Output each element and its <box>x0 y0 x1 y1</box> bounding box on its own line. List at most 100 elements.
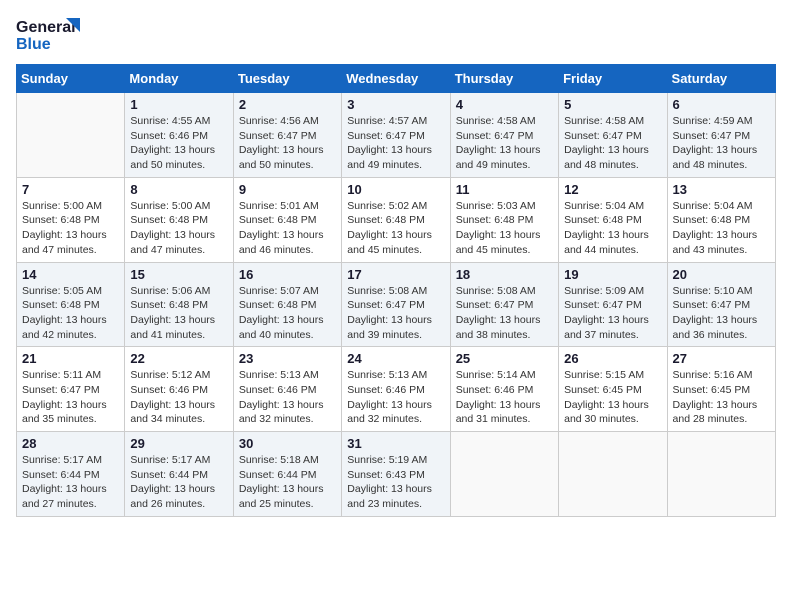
calendar-week-row: 21 Sunrise: 5:11 AM Sunset: 6:47 PM Dayli… <box>17 347 776 432</box>
calendar-day-cell: 10Sunrise: 5:02 AM Sunset: 6:48 PM Dayli… <box>342 177 450 262</box>
day-detail: Sunrise: 5:00 AM Sunset: 6:48 PM Dayligh… <box>130 199 227 258</box>
calendar-week-row: 1 Sunrise: 4:55 AM Sunset: 6:46 PM Daylig… <box>17 93 776 178</box>
day-detail: Sunrise: 5:03 AM Sunset: 6:48 PM Dayligh… <box>456 199 553 258</box>
calendar-day-cell: 20Sunrise: 5:10 AM Sunset: 6:47 PM Dayli… <box>667 262 775 347</box>
day-detail: Sunrise: 5:08 AM Sunset: 6:47 PM Dayligh… <box>456 284 553 343</box>
calendar-day-cell: 31Sunrise: 5:19 AM Sunset: 6:43 PM Dayli… <box>342 432 450 517</box>
day-number: 26 <box>564 351 661 366</box>
calendar-day-cell: 2Sunrise: 4:56 AM Sunset: 6:47 PM Daylig… <box>233 93 341 178</box>
calendar-day-cell: 1 Sunrise: 4:55 AM Sunset: 6:46 PM Daylig… <box>125 93 233 178</box>
day-number: 22 <box>130 351 227 366</box>
page-header: GeneralBlue <box>16 16 776 54</box>
day-detail: Sunrise: 5:05 AM Sunset: 6:48 PM Dayligh… <box>22 284 119 343</box>
day-detail: Sunrise: 5:11 AM Sunset: 6:47 PM Dayligh… <box>22 368 119 427</box>
calendar-day-cell: 21 Sunrise: 5:11 AM Sunset: 6:47 PM Dayli… <box>17 347 125 432</box>
day-number: 11 <box>456 182 553 197</box>
day-detail: Sunrise: 5:06 AM Sunset: 6:48 PM Dayligh… <box>130 284 227 343</box>
day-detail: Sunrise: 5:18 AM Sunset: 6:44 PM Dayligh… <box>239 453 336 512</box>
day-detail: Sunrise: 4:55 AM Sunset: 6:46 PM Dayligh… <box>130 114 227 173</box>
day-number: 6 <box>673 97 770 112</box>
day-number: 19 <box>564 267 661 282</box>
day-detail: Sunrise: 5:19 AM Sunset: 6:43 PM Dayligh… <box>347 453 444 512</box>
day-detail: Sunrise: 5:17 AM Sunset: 6:44 PM Dayligh… <box>22 453 119 512</box>
day-detail: Sunrise: 5:12 AM Sunset: 6:46 PM Dayligh… <box>130 368 227 427</box>
day-number: 13 <box>673 182 770 197</box>
calendar-day-cell: 26 Sunrise: 5:15 AM Sunset: 6:45 PM Dayli… <box>559 347 667 432</box>
header-friday: Friday <box>559 65 667 93</box>
day-detail: Sunrise: 5:04 AM Sunset: 6:48 PM Dayligh… <box>564 199 661 258</box>
day-number: 18 <box>456 267 553 282</box>
calendar-table: SundayMondayTuesdayWednesdayThursdayFrid… <box>16 64 776 517</box>
calendar-day-cell: 23 Sunrise: 5:13 AM Sunset: 6:46 PM Dayli… <box>233 347 341 432</box>
logo-svg: GeneralBlue <box>16 16 86 54</box>
calendar-day-cell: 30 Sunrise: 5:18 AM Sunset: 6:44 PM Dayli… <box>233 432 341 517</box>
day-number: 4 <box>456 97 553 112</box>
calendar-day-cell: 5 Sunrise: 4:58 AM Sunset: 6:47 PM Daylig… <box>559 93 667 178</box>
calendar-day-cell: 13 Sunrise: 5:04 AM Sunset: 6:48 PM Dayli… <box>667 177 775 262</box>
calendar-day-cell: 15 Sunrise: 5:06 AM Sunset: 6:48 PM Dayli… <box>125 262 233 347</box>
calendar-day-cell: 14 Sunrise: 5:05 AM Sunset: 6:48 PM Dayli… <box>17 262 125 347</box>
day-detail: Sunrise: 5:08 AM Sunset: 6:47 PM Dayligh… <box>347 284 444 343</box>
calendar-day-cell: 24 Sunrise: 5:13 AM Sunset: 6:46 PM Dayli… <box>342 347 450 432</box>
day-detail: Sunrise: 5:13 AM Sunset: 6:46 PM Dayligh… <box>239 368 336 427</box>
day-detail: Sunrise: 5:01 AM Sunset: 6:48 PM Dayligh… <box>239 199 336 258</box>
day-number: 21 <box>22 351 119 366</box>
day-number: 28 <box>22 436 119 451</box>
calendar-day-cell: 16 Sunrise: 5:07 AM Sunset: 6:48 PM Dayli… <box>233 262 341 347</box>
calendar-day-cell: 6 Sunrise: 4:59 AM Sunset: 6:47 PM Daylig… <box>667 93 775 178</box>
day-number: 15 <box>130 267 227 282</box>
day-detail: Sunrise: 5:00 AM Sunset: 6:48 PM Dayligh… <box>22 199 119 258</box>
day-number: 5 <box>564 97 661 112</box>
day-detail: Sunrise: 4:59 AM Sunset: 6:47 PM Dayligh… <box>673 114 770 173</box>
day-detail: Sunrise: 4:57 AM Sunset: 6:47 PM Dayligh… <box>347 114 444 173</box>
day-number: 23 <box>239 351 336 366</box>
header-monday: Monday <box>125 65 233 93</box>
day-detail: Sunrise: 5:14 AM Sunset: 6:46 PM Dayligh… <box>456 368 553 427</box>
day-number: 17 <box>347 267 444 282</box>
day-detail: Sunrise: 5:02 AM Sunset: 6:48 PM Dayligh… <box>347 199 444 258</box>
calendar-week-row: 7 Sunrise: 5:00 AM Sunset: 6:48 PM Daylig… <box>17 177 776 262</box>
calendar-day-cell: 25Sunrise: 5:14 AM Sunset: 6:46 PM Dayli… <box>450 347 558 432</box>
day-detail: Sunrise: 5:07 AM Sunset: 6:48 PM Dayligh… <box>239 284 336 343</box>
calendar-week-row: 14 Sunrise: 5:05 AM Sunset: 6:48 PM Dayli… <box>17 262 776 347</box>
day-detail: Sunrise: 5:04 AM Sunset: 6:48 PM Dayligh… <box>673 199 770 258</box>
day-detail: Sunrise: 4:58 AM Sunset: 6:47 PM Dayligh… <box>564 114 661 173</box>
calendar-day-cell: 27Sunrise: 5:16 AM Sunset: 6:45 PM Dayli… <box>667 347 775 432</box>
header-sunday: Sunday <box>17 65 125 93</box>
calendar-day-cell: 29Sunrise: 5:17 AM Sunset: 6:44 PM Dayli… <box>125 432 233 517</box>
calendar-day-cell: 4 Sunrise: 4:58 AM Sunset: 6:47 PM Daylig… <box>450 93 558 178</box>
calendar-day-cell: 28 Sunrise: 5:17 AM Sunset: 6:44 PM Dayli… <box>17 432 125 517</box>
logo: GeneralBlue <box>16 16 86 54</box>
svg-text:General: General <box>16 19 76 36</box>
day-number: 9 <box>239 182 336 197</box>
day-number: 8 <box>130 182 227 197</box>
calendar-day-cell: 12Sunrise: 5:04 AM Sunset: 6:48 PM Dayli… <box>559 177 667 262</box>
day-number: 16 <box>239 267 336 282</box>
calendar-day-cell: 18 Sunrise: 5:08 AM Sunset: 6:47 PM Dayli… <box>450 262 558 347</box>
day-number: 7 <box>22 182 119 197</box>
calendar-day-cell: 22 Sunrise: 5:12 AM Sunset: 6:46 PM Dayli… <box>125 347 233 432</box>
header-saturday: Saturday <box>667 65 775 93</box>
day-number: 14 <box>22 267 119 282</box>
calendar-day-cell: 7 Sunrise: 5:00 AM Sunset: 6:48 PM Daylig… <box>17 177 125 262</box>
header-wednesday: Wednesday <box>342 65 450 93</box>
calendar-day-cell: 3 Sunrise: 4:57 AM Sunset: 6:47 PM Daylig… <box>342 93 450 178</box>
day-number: 24 <box>347 351 444 366</box>
day-number: 20 <box>673 267 770 282</box>
day-number: 30 <box>239 436 336 451</box>
day-number: 3 <box>347 97 444 112</box>
calendar-day-cell: 19Sunrise: 5:09 AM Sunset: 6:47 PM Dayli… <box>559 262 667 347</box>
empty-cell <box>667 432 775 517</box>
day-number: 29 <box>130 436 227 451</box>
day-detail: Sunrise: 5:13 AM Sunset: 6:46 PM Dayligh… <box>347 368 444 427</box>
empty-cell <box>450 432 558 517</box>
day-detail: Sunrise: 4:56 AM Sunset: 6:47 PM Dayligh… <box>239 114 336 173</box>
day-number: 1 <box>130 97 227 112</box>
header-thursday: Thursday <box>450 65 558 93</box>
day-detail: Sunrise: 4:58 AM Sunset: 6:47 PM Dayligh… <box>456 114 553 173</box>
calendar-day-cell: 17 Sunrise: 5:08 AM Sunset: 6:47 PM Dayli… <box>342 262 450 347</box>
day-detail: Sunrise: 5:15 AM Sunset: 6:45 PM Dayligh… <box>564 368 661 427</box>
calendar-header-row: SundayMondayTuesdayWednesdayThursdayFrid… <box>17 65 776 93</box>
calendar-day-cell: 9 Sunrise: 5:01 AM Sunset: 6:48 PM Daylig… <box>233 177 341 262</box>
calendar-day-cell: 11 Sunrise: 5:03 AM Sunset: 6:48 PM Dayli… <box>450 177 558 262</box>
